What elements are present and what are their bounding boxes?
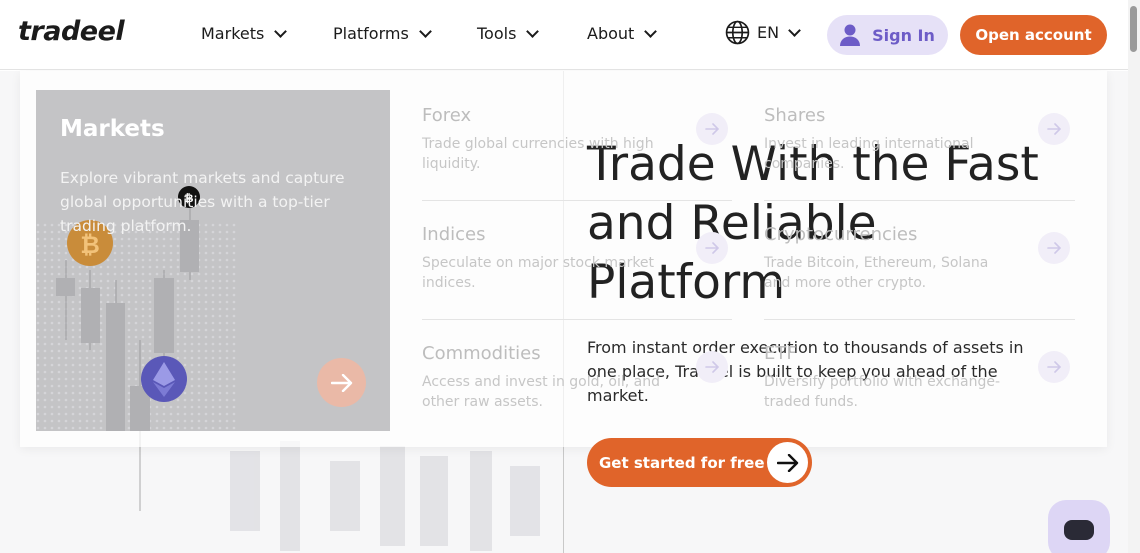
menu-item-description: Trade global currencies with high liquid… <box>422 136 654 172</box>
chevron-down-icon <box>644 24 658 38</box>
menu-item-title: Shares <box>764 105 826 126</box>
open-account-button[interactable]: Open account <box>960 15 1107 55</box>
menu-item-title: Indices <box>422 224 486 245</box>
sign-in-button[interactable]: Sign In <box>827 15 948 55</box>
sign-in-label: Sign In <box>872 25 935 45</box>
menu-divider <box>764 319 1075 320</box>
chevron-down-icon <box>274 24 288 38</box>
menu-item-shares[interactable]: Shares Invest in leading international c… <box>764 105 1070 174</box>
menu-divider <box>422 200 732 201</box>
chevron-down-icon <box>526 24 540 38</box>
nav-label: About <box>587 24 635 43</box>
markets-card[interactable]: ₿ ₿ Markets Explore vibrant markets and … <box>36 90 390 431</box>
menu-item-description: Invest in leading international companie… <box>764 136 974 172</box>
arrow-right-icon <box>696 351 728 383</box>
menu-item-forex[interactable]: Forex Trade global currencies with high … <box>422 105 728 174</box>
nav-tools[interactable]: Tools <box>477 24 540 43</box>
arrow-right-icon <box>696 232 728 264</box>
language-label: EN <box>757 23 780 42</box>
markets-card-description: Explore vibrant markets and capture glob… <box>60 169 345 235</box>
menu-item-title: ETF <box>764 343 797 364</box>
language-selector[interactable]: EN <box>725 20 801 45</box>
chevron-down-icon <box>418 24 432 38</box>
menu-item-description: Access and invest in gold, oil, and othe… <box>422 374 660 410</box>
get-started-button[interactable]: Get started for free <box>587 438 812 487</box>
markets-card-title: Markets <box>60 116 165 142</box>
nav-label: Platforms <box>333 24 409 43</box>
menu-item-title: Forex <box>422 105 472 126</box>
arrow-right-icon <box>1038 232 1070 264</box>
menu-item-cryptocurrencies[interactable]: Cryptocurrencies Trade Bitcoin, Ethereum… <box>764 224 1070 293</box>
menu-item-title: Cryptocurrencies <box>764 224 918 245</box>
menu-item-description: Diversify portfolio with exchange-traded… <box>764 374 1001 410</box>
menu-item-etf[interactable]: ETF Diversify portfolio with exchange-tr… <box>764 343 1070 412</box>
arrow-right-icon <box>767 442 808 483</box>
scrollbar-thumb[interactable] <box>1130 6 1137 52</box>
menu-item-indices[interactable]: Indices Speculate on major stock market … <box>422 224 728 293</box>
nav-platforms[interactable]: Platforms <box>333 24 432 43</box>
menu-divider <box>764 200 1075 201</box>
chat-widget-button[interactable] <box>1048 500 1110 553</box>
site-header: tradeel Markets Platforms Tools About EN… <box>0 0 1128 70</box>
globe-icon <box>725 20 750 45</box>
nav-markets[interactable]: Markets <box>201 24 288 43</box>
nav-label: Tools <box>477 24 517 43</box>
get-started-label: Get started for free <box>599 453 765 472</box>
menu-item-title: Commodities <box>422 343 541 364</box>
page-scrollbar[interactable] <box>1128 0 1140 553</box>
nav-about[interactable]: About <box>587 24 658 43</box>
arrow-right-icon <box>696 113 728 145</box>
menu-item-description: Trade Bitcoin, Ethereum, Solana and more… <box>764 255 989 291</box>
menu-item-description: Speculate on major stock market indices. <box>422 255 655 291</box>
chat-icon <box>1064 520 1094 540</box>
user-icon <box>840 24 861 46</box>
arrow-right-icon <box>1038 113 1070 145</box>
menu-divider <box>422 319 732 320</box>
arrow-right-icon <box>1038 351 1070 383</box>
chevron-down-icon <box>788 23 801 37</box>
nav-label: Markets <box>201 24 265 43</box>
tradeel-logo[interactable]: tradeel <box>18 16 125 47</box>
menu-item-commodities[interactable]: Commodities Access and invest in gold, o… <box>422 343 728 412</box>
arrow-right-icon[interactable] <box>317 358 366 407</box>
